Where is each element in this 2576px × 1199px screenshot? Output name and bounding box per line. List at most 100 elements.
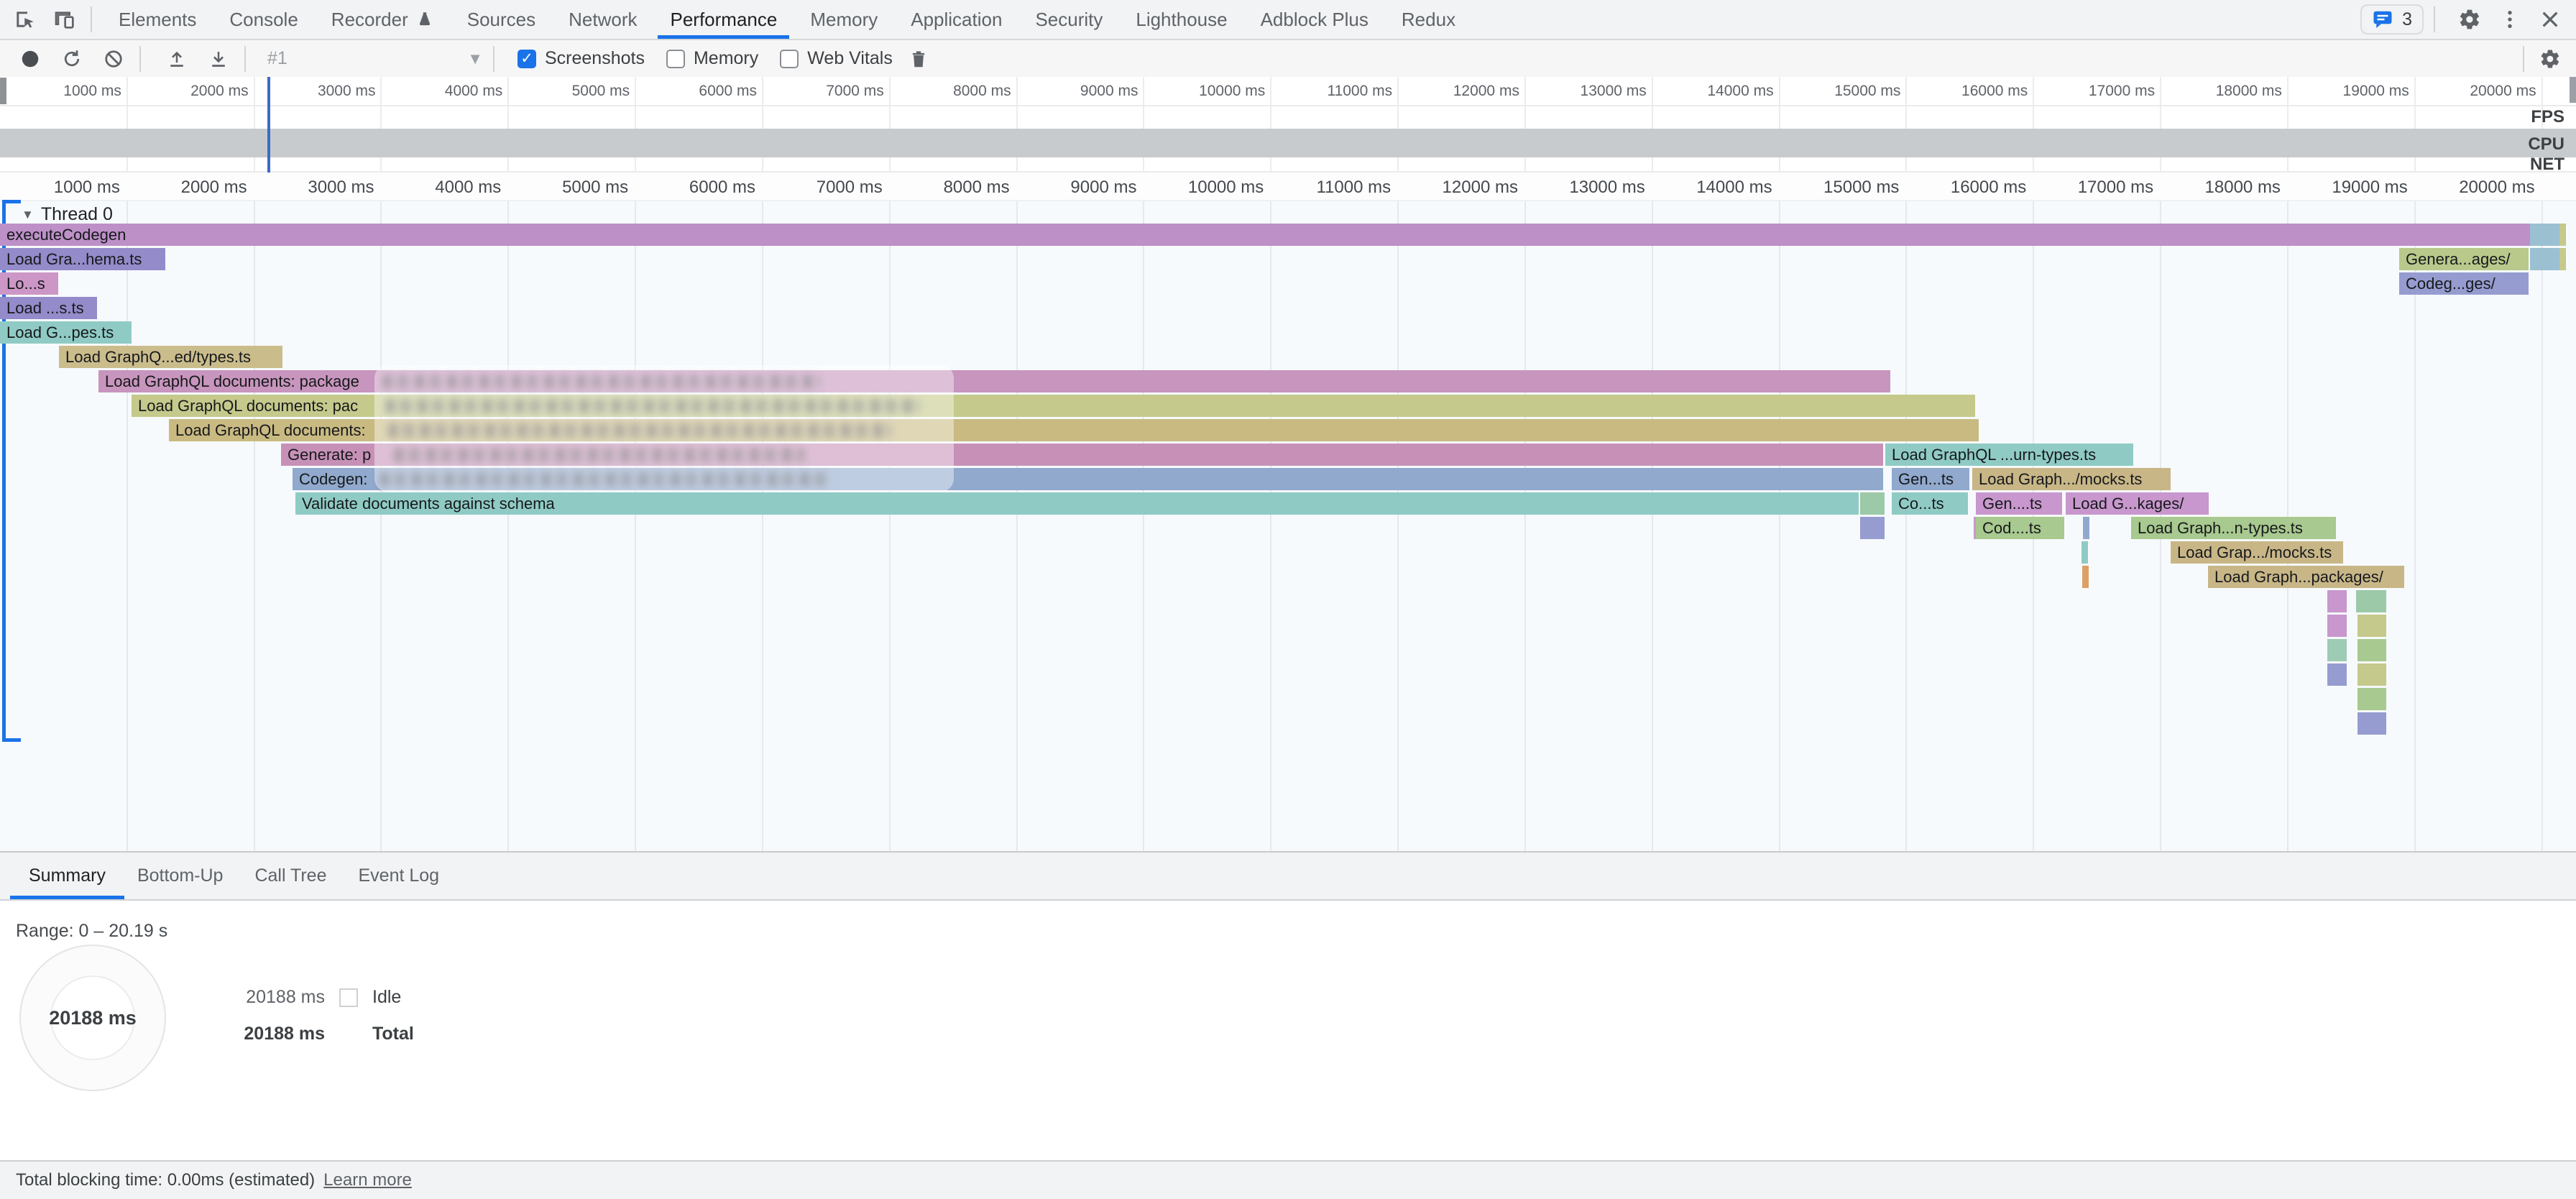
- flame-bar[interactable]: [1860, 492, 1885, 515]
- flame-bar-load-g-pes-ts[interactable]: Load G...pes.ts: [0, 321, 132, 344]
- flame-tick-label: 6000 ms: [640, 178, 755, 198]
- legend-row: 20188 msTotal: [240, 1024, 414, 1044]
- summary-legend: 20188 msIdle 20188 msTotal: [240, 987, 414, 1044]
- tab-label: Performance: [670, 9, 777, 31]
- checkbox-memory[interactable]: Memory: [666, 48, 758, 69]
- tab-security[interactable]: Security: [1018, 0, 1119, 39]
- flame-bar[interactable]: [2358, 615, 2386, 637]
- flame-bar[interactable]: [2358, 688, 2386, 710]
- flame-bar-co-ts[interactable]: Co...ts: [1892, 492, 1968, 515]
- flame-bar-validate-documents-against-schema[interactable]: Validate documents against schema: [295, 492, 1859, 515]
- record-button[interactable]: [14, 43, 46, 75]
- overview-tick-label: 5000 ms: [522, 83, 630, 100]
- flame-bar-load-graphq-ed-types-ts[interactable]: Load GraphQ...ed/types.ts: [59, 346, 282, 368]
- flame-bar[interactable]: [2327, 590, 2347, 612]
- close-devtools-icon[interactable]: [2534, 4, 2566, 35]
- legend-row: 20188 msIdle: [240, 987, 414, 1008]
- flame-bar[interactable]: [2356, 590, 2386, 612]
- delete-recording-icon[interactable]: [903, 43, 934, 75]
- overview-cursor-line: [267, 77, 270, 173]
- tab-event-log[interactable]: Event Log: [349, 853, 450, 899]
- clear-recording-button[interactable]: [98, 43, 129, 75]
- recording-select[interactable]: #1 ▼: [267, 48, 483, 69]
- flame-bar[interactable]: [2358, 639, 2386, 661]
- flame-bar-genera-ages[interactable]: Genera...ages/: [2399, 248, 2529, 270]
- tab-network[interactable]: Network: [552, 0, 653, 39]
- kebab-menu-icon[interactable]: [2494, 4, 2526, 35]
- flame-bar[interactable]: [2358, 712, 2386, 735]
- flame-bar[interactable]: [2530, 248, 2559, 270]
- tab-call-tree[interactable]: Call Tree: [244, 853, 336, 899]
- tab-lighthouse[interactable]: Lighthouse: [1119, 0, 1243, 39]
- flame-bar-gen-ts[interactable]: Gen....ts: [1976, 492, 2062, 515]
- inspect-element-icon[interactable]: [9, 4, 40, 35]
- timeline-overview[interactable]: 1000 ms2000 ms3000 ms4000 ms5000 ms6000 …: [0, 77, 2576, 174]
- tab-console[interactable]: Console: [213, 0, 314, 39]
- save-profile-button[interactable]: [203, 43, 234, 75]
- capture-settings-gear-icon[interactable]: [2534, 43, 2566, 75]
- tab-bottom-up[interactable]: Bottom-Up: [127, 853, 233, 899]
- flame-bar-load-graph-packages[interactable]: Load Graph...packages/: [2208, 566, 2404, 588]
- flame-chart[interactable]: 1000 ms2000 ms3000 ms4000 ms5000 ms6000 …: [0, 173, 2576, 853]
- flame-bar[interactable]: [2082, 566, 2089, 588]
- flame-bar[interactable]: [2559, 224, 2566, 246]
- overview-tick-label: 2000 ms: [141, 83, 249, 100]
- overview-tick-label: 9000 ms: [1030, 83, 1138, 100]
- checkbox-screenshots[interactable]: ✓Screenshots: [518, 48, 645, 69]
- flame-bar-load-s-ts[interactable]: Load ...s.ts: [0, 297, 97, 319]
- flame-bar-load-graph-mocks-ts[interactable]: Load Graph.../mocks.ts: [1972, 468, 2171, 490]
- flame-bar[interactable]: [2327, 615, 2347, 637]
- tab-recorder[interactable]: Recorder: [315, 0, 451, 39]
- tab-redux[interactable]: Redux: [1385, 0, 1472, 39]
- issues-badge[interactable]: 3: [2360, 4, 2424, 35]
- overview-tick-label: 12000 ms: [1412, 83, 1519, 100]
- tab-elements[interactable]: Elements: [102, 0, 213, 39]
- fps-track[interactable]: [0, 105, 2576, 130]
- settings-gear-icon[interactable]: [2454, 4, 2485, 35]
- flame-bar-gen-ts[interactable]: Gen...ts: [1892, 468, 1969, 490]
- flame-bar[interactable]: [2082, 541, 2088, 564]
- cpu-track[interactable]: [0, 129, 2576, 157]
- flame-bar[interactable]: [2327, 639, 2347, 661]
- flame-bar-load-gra-hema-ts[interactable]: Load Gra...hema.ts: [0, 248, 165, 270]
- flame-bar-executecodegen[interactable]: executeCodegen: [0, 224, 2530, 246]
- flame-bar[interactable]: [2327, 663, 2347, 686]
- flame-bar-load-g-kages[interactable]: Load G...kages/: [2066, 492, 2209, 515]
- overview-left-handle[interactable]: [0, 78, 6, 104]
- checkbox-box[interactable]: ✓: [518, 50, 536, 68]
- tab-application[interactable]: Application: [894, 0, 1018, 39]
- summary-panel: Range: 0 – 20.19 s 20188 ms 20188 msIdle…: [0, 901, 2576, 1159]
- flame-bar-load-graphql-urn-types-ts[interactable]: Load GraphQL ...urn-types.ts: [1885, 444, 2133, 466]
- tab-summary[interactable]: Summary: [19, 853, 116, 899]
- flame-bar-lo-s[interactable]: Lo...s: [0, 272, 58, 295]
- checkbox-web-vitals[interactable]: Web Vitals: [780, 48, 893, 69]
- flame-bar[interactable]: [2530, 224, 2559, 246]
- thread-header[interactable]: ▼ Thread 0: [22, 204, 113, 225]
- checkbox-box[interactable]: [666, 50, 685, 68]
- flame-tick-label: 15000 ms: [1784, 178, 1899, 198]
- device-toolbar-icon[interactable]: [49, 4, 80, 35]
- reload-and-record-button[interactable]: [56, 43, 88, 75]
- flame-bar-cod-ts[interactable]: Cod....ts: [1976, 517, 2064, 539]
- tab-label: Sources: [467, 9, 535, 31]
- tab-adblock-plus[interactable]: Adblock Plus: [1244, 0, 1385, 39]
- flame-bar-load-grap-mocks-ts[interactable]: Load Grap.../mocks.ts: [2171, 541, 2343, 564]
- overview-tick-label: 7000 ms: [776, 83, 884, 100]
- flame-bar[interactable]: [2083, 517, 2089, 539]
- flame-bar-load-graph-n-types-ts[interactable]: Load Graph...n-types.ts: [2131, 517, 2336, 539]
- flame-bar-codeg-ges[interactable]: Codeg...ges/: [2399, 272, 2529, 295]
- tab-sources[interactable]: Sources: [451, 0, 552, 39]
- checkbox-box[interactable]: [780, 50, 799, 68]
- scrollbar-thumb[interactable]: [2570, 77, 2576, 103]
- flame-bar[interactable]: [2358, 663, 2386, 686]
- tab-performance[interactable]: Performance: [653, 0, 794, 39]
- learn-more-link[interactable]: Learn more: [323, 1170, 412, 1190]
- tab-memory[interactable]: Memory: [794, 0, 894, 39]
- flame-bar[interactable]: [2559, 248, 2566, 270]
- divider: [139, 46, 141, 72]
- flame-bar[interactable]: [1860, 517, 1885, 539]
- load-profile-button[interactable]: [161, 43, 193, 75]
- flame-bar-load-graphql-documents-package[interactable]: Load GraphQL documents: package: [98, 370, 1890, 392]
- net-track[interactable]: [0, 157, 2576, 173]
- flame-tick-label: 18000 ms: [2166, 178, 2281, 198]
